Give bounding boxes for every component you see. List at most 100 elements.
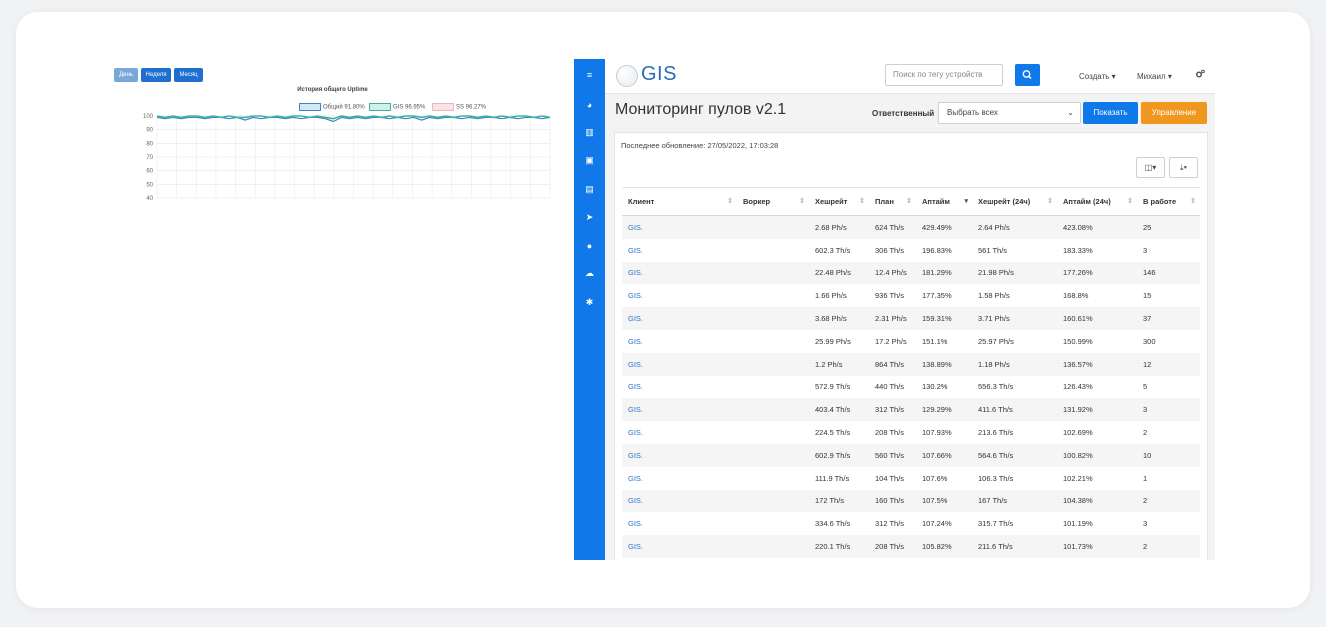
user-dropdown[interactable]: Михаил ▾ xyxy=(1137,72,1172,81)
table-row[interactable]: GIS. 220.1 Th/s 208 Th/s 105.82% 211.6 Th/s 1… xyxy=(622,535,1200,558)
cell-uptime24: 177.26% xyxy=(1057,261,1137,285)
columns-toggle-button[interactable]: ◫▾ xyxy=(1136,157,1165,178)
cell-client: GIS. xyxy=(622,421,737,444)
cell-value: 25 xyxy=(1143,222,1152,232)
id-card-icon[interactable]: ▤ xyxy=(574,182,605,196)
client-link[interactable]: GIS. xyxy=(628,337,643,346)
download-icon: ⤓▾ xyxy=(1180,163,1187,172)
cell-working: 25 xyxy=(1137,215,1200,239)
table-row[interactable]: GIS. 111.9 Th/s 104 Th/s 107.6% 106.3 Th/s 10… xyxy=(622,467,1200,490)
month-button[interactable]: Месяц xyxy=(174,68,203,82)
cell-value: 167 Th/s xyxy=(978,496,1008,506)
cell-hashrate: 602.9 Th/s xyxy=(809,443,869,467)
cell-hashrate: 111.9 Th/s xyxy=(809,467,869,490)
manage-button[interactable]: Управление xyxy=(1141,102,1207,124)
cell-worker xyxy=(737,307,809,330)
table-row[interactable]: GIS. 172 Th/s 160 Th/s 107.5% 167 Th/s 104.38… xyxy=(622,489,1200,513)
table-row[interactable]: GIS. 22.48 Ph/s 12.4 Ph/s 181.29% 21.98 Ph/s… xyxy=(622,261,1200,285)
responsible-select[interactable]: Выбрать всех ⌄ xyxy=(938,102,1081,124)
table-row[interactable]: GIS. 25.99 Ph/s 17.2 Ph/s 151.1% 25.97 Ph/s 1… xyxy=(622,330,1200,353)
gear-icon[interactable]: ✱ xyxy=(574,295,605,309)
menu-icon[interactable]: ≡ xyxy=(574,68,605,82)
cell-worker xyxy=(737,330,809,353)
cell-value: 168.8% xyxy=(1063,291,1089,301)
client-link[interactable]: GIS. xyxy=(628,268,643,277)
cloud-upload-icon[interactable]: ☁ xyxy=(574,266,605,280)
client-link[interactable]: GIS. xyxy=(628,360,643,369)
day-button[interactable]: День xyxy=(114,68,138,82)
cell-working: 1 xyxy=(1137,467,1200,490)
barcode-icon[interactable]: ▥ xyxy=(574,125,605,139)
column-header[interactable]: Аптайм (24ч) ⇕ xyxy=(1057,187,1137,216)
cogs-icon[interactable] xyxy=(1195,69,1205,79)
y-tick-label: 80 xyxy=(146,141,153,147)
column-header[interactable]: План ⇕ xyxy=(869,187,916,216)
table-row[interactable]: GIS. 572.9 Th/s 440 Th/s 130.2% 556.3 Th/s 12… xyxy=(622,376,1200,399)
cell-value: 211.6 Th/s xyxy=(978,542,1013,552)
cell-working: 3 xyxy=(1137,512,1200,535)
cell-uptime: 177.35% xyxy=(916,284,972,307)
cell-uptime24: 136.57% xyxy=(1057,352,1137,376)
sort-icon: ⇕ xyxy=(727,198,733,205)
column-header[interactable]: В работе ⇕ xyxy=(1137,187,1200,216)
week-button[interactable]: Неделя xyxy=(141,68,171,82)
cell-hashrate: 3.68 Ph/s xyxy=(809,307,869,330)
column-header[interactable]: Хешрейт (24ч) ⇕ xyxy=(972,187,1057,216)
cell-value: 208 Th/s xyxy=(875,428,905,438)
cell-hashrate24: 564.6 Th/s xyxy=(972,443,1057,467)
dashboard-icon[interactable]: ◕ xyxy=(574,98,605,112)
export-button[interactable]: ⤓▾ xyxy=(1169,157,1198,178)
client-link[interactable]: GIS. xyxy=(628,223,643,232)
cell-value: 3 xyxy=(1143,245,1148,255)
client-link[interactable]: GIS. xyxy=(628,291,643,300)
table-row[interactable]: GIS. 1.2 Ph/s 864 Th/s 138.89% 1.18 Ph/s 136.… xyxy=(622,352,1200,376)
column-header[interactable]: Воркер ⇕ xyxy=(737,187,809,216)
cell-hashrate: 403.4 Th/s xyxy=(809,398,869,422)
column-header[interactable]: Хешрейт ⇕ xyxy=(809,187,869,216)
client-link[interactable]: GIS. xyxy=(628,474,643,483)
cell-value: 17.2 Ph/s xyxy=(875,336,907,346)
client-link[interactable]: GIS. xyxy=(628,428,643,437)
cell-uptime: 138.89% xyxy=(916,352,972,376)
cell-client: GIS. xyxy=(622,330,737,353)
table-row[interactable]: GIS. 1.66 Ph/s 936 Th/s 177.35% 1.58 Ph/s 168… xyxy=(622,284,1200,307)
cell-hashrate24: 556.3 Th/s xyxy=(972,376,1057,399)
table-row[interactable]: GIS. 224.5 Th/s 208 Th/s 107.93% 213.6 Th/s 1… xyxy=(622,421,1200,444)
search-button[interactable] xyxy=(1015,64,1040,86)
cell-plan: 12.4 Ph/s xyxy=(869,261,916,285)
client-link[interactable]: GIS. xyxy=(628,405,643,414)
client-link[interactable]: GIS. xyxy=(628,496,643,505)
cell-value: 556.3 Th/s xyxy=(978,382,1014,392)
search-input[interactable]: Поиск по тегу устройств xyxy=(885,64,1003,86)
client-link[interactable]: GIS. xyxy=(628,542,643,551)
cell-client: GIS. xyxy=(622,443,737,467)
table-row[interactable]: GIS. 2.68 Ph/s 624 Th/s 429.49% 2.64 Ph/s 423… xyxy=(622,215,1200,239)
cell-uptime: 196.83% xyxy=(916,239,972,262)
book-icon[interactable]: ▣ xyxy=(574,153,605,167)
client-link[interactable]: GIS. xyxy=(628,519,643,528)
cell-working: 2 xyxy=(1137,421,1200,444)
location-arrow-icon[interactable]: ➤ xyxy=(574,210,605,224)
client-link[interactable]: GIS. xyxy=(628,314,643,323)
table-row[interactable]: GIS. 602.3 Th/s 306 Th/s 196.83% 561 Th/s 183… xyxy=(622,239,1200,262)
column-header[interactable]: Аптайм ▾ xyxy=(916,187,972,216)
cell-value: 146 xyxy=(1143,268,1156,278)
create-dropdown[interactable]: Создать ▾ xyxy=(1079,72,1116,81)
client-link[interactable]: GIS. xyxy=(628,382,643,391)
cell-working: 3 xyxy=(1137,398,1200,422)
table-row[interactable]: GIS. 602.9 Th/s 560 Th/s 107.66% 564.6 Th/s 1… xyxy=(622,443,1200,467)
last-updated: Последнее обновление: 27/05/2022, 17:03:… xyxy=(621,141,779,150)
users-icon[interactable]: ● xyxy=(574,239,605,253)
cell-plan: 160 Th/s xyxy=(869,489,916,513)
column-header[interactable]: Клиент ⇕ xyxy=(622,187,737,216)
cell-hashrate: 25.99 Ph/s xyxy=(809,330,869,353)
show-button[interactable]: Показать xyxy=(1083,102,1138,124)
client-link[interactable]: GIS. xyxy=(628,246,643,255)
cell-hashrate: 2.68 Ph/s xyxy=(809,215,869,239)
gis-logo[interactable]: GIS xyxy=(616,63,676,89)
table-row[interactable]: GIS. 403.4 Th/s 312 Th/s 129.29% 411.6 Th/s 1… xyxy=(622,398,1200,422)
table-row[interactable]: GIS. 3.68 Ph/s 2.31 Ph/s 159.31% 3.71 Ph/s 16… xyxy=(622,307,1200,330)
cell-client: GIS. xyxy=(622,261,737,285)
client-link[interactable]: GIS. xyxy=(628,451,643,460)
table-row[interactable]: GIS. 334.6 Th/s 312 Th/s 107.24% 315.7 Th/s 1… xyxy=(622,512,1200,535)
